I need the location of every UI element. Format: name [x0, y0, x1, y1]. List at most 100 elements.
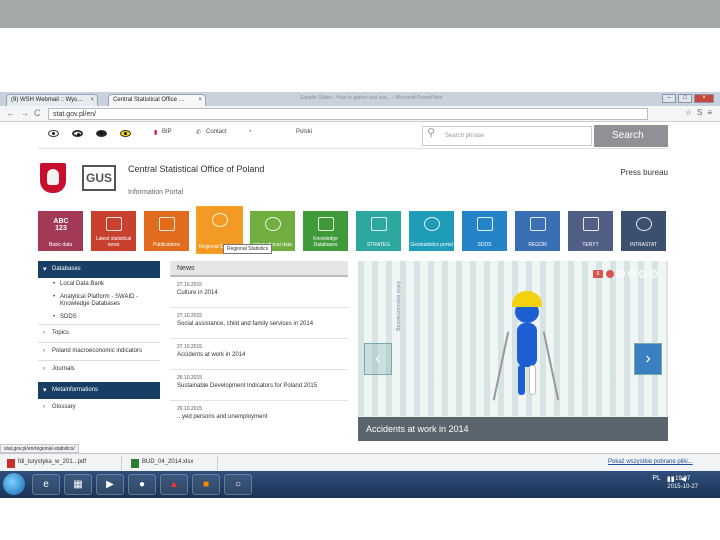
sidebar-databases-header[interactable]: Databases	[38, 261, 160, 278]
contrast-eye-icon[interactable]	[96, 130, 107, 137]
skype-icon[interactable]: S	[697, 108, 702, 117]
news-icon	[106, 217, 122, 231]
window-controls: – □ ×	[662, 94, 714, 103]
slide-header-bar	[0, 0, 720, 28]
grid-icon	[477, 217, 493, 231]
tile-abc-123[interactable]: ABC 123 Basic data	[38, 211, 83, 251]
poland-map-icon	[583, 217, 599, 231]
tile-stars[interactable]: INTRASTAT	[621, 211, 666, 251]
minimize-button[interactable]: –	[662, 94, 676, 103]
news-item[interactable]: 26.10.2015 ...yed persons and unemployme…	[170, 401, 348, 432]
tab-webmail[interactable]: (9) WSH Webmail :: Wys… ×	[6, 94, 98, 106]
slide-dot[interactable]	[628, 270, 636, 278]
press-bureau-link[interactable]: Press bureau	[620, 168, 668, 177]
slider-vertical-text: Bezpieczenstwo pracy	[396, 281, 402, 331]
media-taskbar-icon[interactable]: ▶	[96, 474, 124, 495]
misc-taskbar-icon[interactable]: ○	[224, 474, 252, 495]
slide-dot[interactable]	[606, 270, 614, 278]
tab-label: (9) WSH Webmail :: Wys…	[11, 97, 84, 103]
service-tiles: ABC 123 Basic data Latest statistical news…	[38, 206, 668, 254]
ie-taskbar-icon[interactable]: e	[32, 474, 60, 495]
slider-next-button[interactable]: ›	[634, 343, 662, 375]
sidebar-item-glossary[interactable]: Glossary	[38, 399, 160, 416]
contrast-eye-icon[interactable]	[72, 130, 83, 137]
news-title[interactable]: ...yed persons and unemployment	[177, 414, 344, 421]
explorer-taskbar-icon[interactable]: ▦	[64, 474, 92, 495]
tile-poland-map[interactable]: TERYT	[568, 211, 613, 251]
sidebar-item-macroeconomic[interactable]: Poland macroeconomic indicators	[38, 342, 160, 360]
site-subtitle: Information Portal	[128, 189, 184, 196]
rss-icon[interactable]: ◔	[248, 129, 252, 135]
search-icon: ⚲	[427, 127, 436, 139]
news-title[interactable]: Sustainable Development Indicators for P…	[177, 383, 344, 390]
news-item[interactable]: 26.10.2015 Sustainable Development Indic…	[170, 370, 348, 401]
news-item[interactable]: 27.10.2015 Accidents at work in 2014	[170, 339, 348, 370]
clock-date: 2015-10-27	[667, 484, 698, 490]
clock[interactable]: 19:07 2015-10-27	[667, 475, 698, 491]
tile-label: Knowledge Databases	[313, 236, 338, 248]
reload-button[interactable]: C	[34, 108, 41, 118]
map-pie-icon	[424, 217, 440, 231]
slider-prev-button[interactable]: ‹	[364, 343, 392, 375]
tile-database[interactable]: Knowledge Databases	[303, 211, 348, 251]
bip-link[interactable]: BIP	[162, 129, 172, 135]
news-title[interactable]: Culture in 2014	[177, 290, 344, 297]
start-button[interactable]	[3, 473, 25, 495]
tab-gus[interactable]: Central Statistical Office … ×	[108, 94, 206, 106]
tile-label: Publications	[153, 242, 180, 248]
tile-strateg[interactable]: STRATEG	[356, 211, 401, 251]
news-title[interactable]: Social assistance, child and family serv…	[177, 321, 344, 328]
tab-label: Central Statistical Office …	[113, 97, 185, 103]
maximize-button[interactable]: □	[678, 94, 692, 103]
people-icon	[212, 213, 228, 227]
close-window-button[interactable]: ×	[694, 94, 714, 103]
sidebar-item-sdds[interactable]: SDDS	[38, 311, 160, 324]
news-panel: News 27.10.2015 Culture in 2014 27.10.20…	[170, 261, 348, 467]
tile-map-pie[interactable]: Geostatistics portal	[409, 211, 454, 251]
sidebar-item-local-data-bank[interactable]: Local Data Bank	[38, 278, 160, 291]
slide-dot[interactable]	[617, 270, 625, 278]
globe-icon	[265, 217, 281, 231]
sidebar-item-journals[interactable]: Journals	[38, 360, 160, 378]
news-title[interactable]: Accidents at work in 2014	[177, 352, 344, 359]
strateg-icon	[371, 217, 387, 231]
contact-link[interactable]: Contact	[206, 129, 227, 135]
tile-grid[interactable]: SDDS	[462, 211, 507, 251]
contrast-eye-icon[interactable]	[120, 130, 131, 137]
contrast-eye-icon[interactable]	[48, 130, 59, 137]
powerpoint-taskbar-icon[interactable]: ■	[192, 474, 220, 495]
download-item-pdf[interactable]: fdi_turystyka_w_201...pdf	[4, 456, 122, 470]
show-all-downloads-link[interactable]: Pokaż wszystkie pobrane pliki...	[608, 459, 693, 465]
search-button[interactable]: Search	[594, 125, 668, 147]
chrome-taskbar-icon[interactable]: ●	[128, 474, 156, 495]
menu-icon[interactable]: ≡	[707, 108, 712, 117]
news-date: 27.10.2015	[177, 344, 203, 350]
news-item[interactable]: 27.10.2015 Culture in 2014	[170, 277, 348, 308]
close-tab-icon[interactable]: ×	[198, 97, 202, 103]
address-bar[interactable]: stat.gov.pl/en/	[48, 108, 648, 120]
slide-caption[interactable]: Accidents at work in 2014	[358, 417, 668, 441]
language-indicator[interactable]: PL	[652, 475, 661, 483]
close-tab-icon[interactable]: ×	[90, 97, 94, 103]
news-item[interactable]: 27.10.2015 Social assistance, child and …	[170, 308, 348, 339]
polski-link[interactable]: Polski	[296, 129, 312, 135]
tile-form[interactable]: REGON	[515, 211, 560, 251]
sidebar: Databases Local Data Bank Analytical Pla…	[38, 261, 160, 467]
clock-time: 19:07	[675, 476, 691, 482]
tile-label: Basic data	[48, 242, 73, 248]
forward-button[interactable]: →	[20, 108, 29, 118]
sidebar-item-swaid[interactable]: Analytical Platform - SWAID - Knowledge …	[38, 291, 160, 311]
tile-news[interactable]: Latest statistical news	[91, 211, 136, 251]
download-item-xlsx[interactable]: BUD_04_2014.xlsx	[128, 456, 218, 470]
back-button[interactable]: ←	[6, 108, 15, 118]
tile-book[interactable]: Publications	[144, 211, 189, 251]
sidebar-metainfo-header[interactable]: Metainformations	[38, 382, 160, 399]
acrobat-taskbar-icon[interactable]: ▲	[160, 474, 188, 495]
slide-dot[interactable]	[639, 270, 647, 278]
star-icon[interactable]: ☆	[685, 108, 692, 117]
tab-strip: (9) WSH Webmail :: Wys… × Central Statis…	[0, 92, 720, 106]
sidebar-item-topics[interactable]: Topics	[38, 324, 160, 342]
search-input[interactable]: Search phrase	[422, 126, 592, 146]
slide-dot[interactable]	[650, 270, 658, 278]
gus-logo[interactable]: GUS	[82, 165, 116, 191]
